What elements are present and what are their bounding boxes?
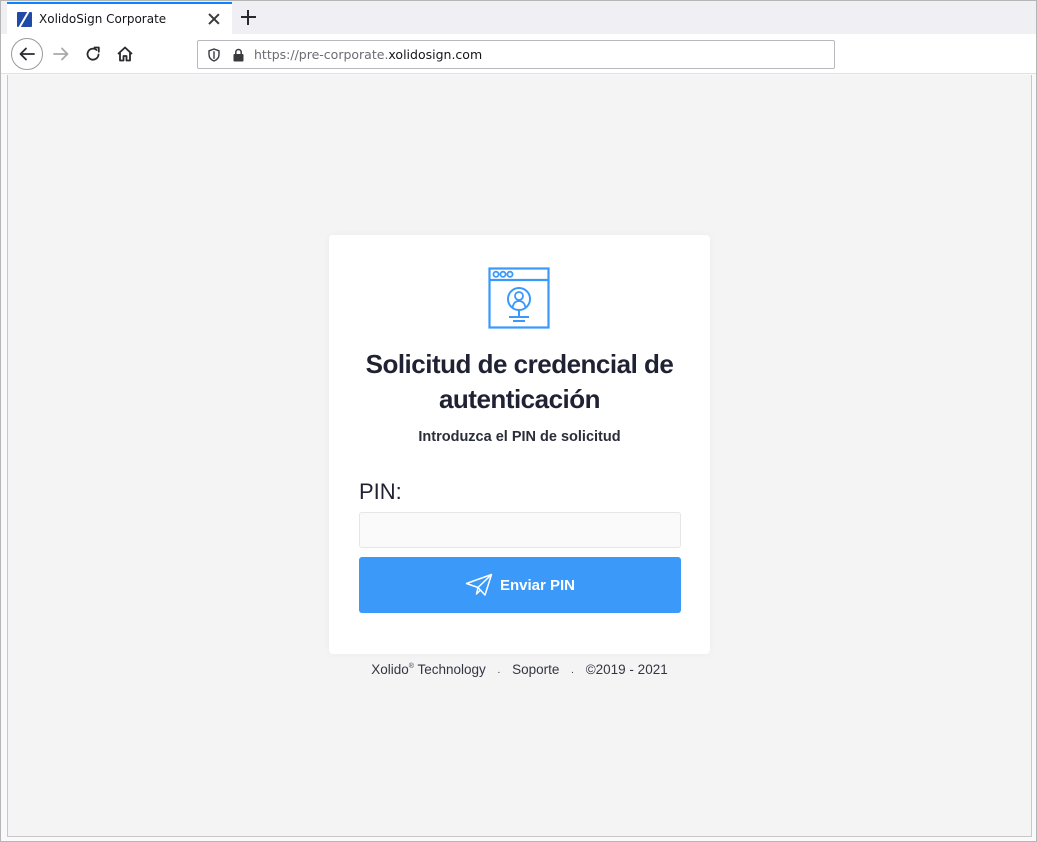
padlock-icon[interactable] — [230, 47, 246, 63]
reload-icon — [86, 46, 100, 61]
browser-user-icon — [488, 267, 550, 329]
url-domain: xolidosign.com — [388, 47, 483, 62]
tracking-protection-shield-icon[interactable] — [206, 47, 222, 63]
tab-bar: XolidoSign Corporate — [1, 1, 1036, 34]
footer-separator: . — [571, 665, 574, 676]
pin-label: PIN: — [359, 479, 402, 504]
support-link[interactable]: Soporte — [512, 662, 559, 677]
back-button[interactable] — [11, 38, 43, 70]
page-subtitle: Introduzca el PIN de solicitud — [418, 429, 621, 445]
tab-xolidosign[interactable]: XolidoSign Corporate — [7, 2, 232, 34]
arrow-left-icon — [19, 47, 35, 61]
url-prefix: https://pre-corporate. — [254, 47, 389, 62]
tab-title: XolidoSign Corporate — [39, 12, 167, 26]
footer-company: Xolido® Technology — [371, 662, 486, 677]
home-button[interactable] — [109, 38, 141, 70]
pin-request-card: Solicitud de credencial de autenticación… — [329, 235, 710, 654]
send-pin-label: Enviar PIN — [499, 576, 576, 594]
send-pin-button[interactable]: Enviar PIN — [359, 557, 681, 613]
arrow-right-icon — [53, 47, 69, 61]
footer-copyright: ©2019 - 2021 — [585, 662, 668, 677]
page-title: Solicitud de credencial de autenticación — [365, 349, 674, 414]
pin-input[interactable] — [359, 512, 681, 548]
forward-button[interactable] — [45, 38, 77, 70]
page-content: Solicitud de credencial de autenticación… — [7, 75, 1032, 837]
new-tab-icon[interactable] — [240, 9, 257, 26]
footer: Xolido® Technology . Soporte . ©2019 - 2… — [329, 662, 710, 677]
address-bar[interactable]: https://pre-corporate.xolidosign.com — [197, 40, 835, 69]
paper-plane-icon — [465, 573, 493, 596]
footer-separator: . — [497, 665, 501, 676]
reload-button[interactable] — [77, 38, 109, 70]
browser-window: XolidoSign Corporate https://pre-corpora… — [0, 0, 1037, 842]
home-icon — [117, 46, 133, 62]
url-text: https://pre-corporate.xolidosign.com — [254, 47, 482, 62]
close-tab-icon[interactable] — [206, 11, 222, 27]
xolidosign-favicon-icon — [17, 11, 32, 27]
navigation-toolbar: https://pre-corporate.xolidosign.com — [1, 34, 1036, 74]
